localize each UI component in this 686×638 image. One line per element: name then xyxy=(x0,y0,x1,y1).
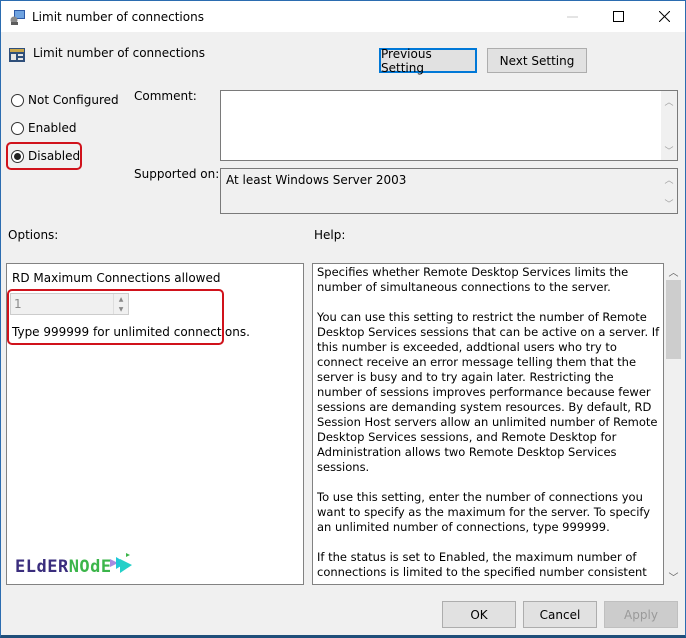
group-policy-app-icon xyxy=(10,9,26,25)
setting-title: Limit number of connections xyxy=(33,46,205,60)
cancel-button[interactable]: Cancel xyxy=(523,601,597,628)
scrollbar-thumb[interactable] xyxy=(666,280,681,359)
scroll-down-icon[interactable]: ﹀ xyxy=(665,568,682,585)
maximize-icon xyxy=(612,11,624,22)
close-button[interactable] xyxy=(641,1,686,32)
supported-on-label: Supported on: xyxy=(134,167,220,181)
radio-enabled[interactable]: Enabled xyxy=(11,121,77,135)
help-scrollbar[interactable]: ︿ ﹀ xyxy=(665,263,682,585)
help-paragraph: You can use this setting to restrict the… xyxy=(317,310,660,474)
policy-setting-icon xyxy=(9,47,25,63)
policy-dialog-window: Limit number of connections Limit number… xyxy=(0,0,686,638)
title-bar: Limit number of connections xyxy=(1,1,685,32)
watermark-text-1: ELdER xyxy=(15,557,69,577)
radio-button[interactable] xyxy=(11,93,24,107)
scroll-up-icon[interactable]: ︿ xyxy=(661,93,677,109)
highlight-disabled-annotation xyxy=(6,142,82,170)
play-arrows-icon xyxy=(109,553,132,573)
supported-on-value: At least Windows Server 2003 xyxy=(226,173,407,187)
comment-label: Comment: xyxy=(134,89,197,103)
help-paragraph: If the status is set to Enabled, the max… xyxy=(317,550,647,581)
previous-setting-button[interactable]: Previous Setting xyxy=(379,47,477,75)
radio-label: Enabled xyxy=(28,121,77,135)
next-setting-button[interactable]: Next Setting xyxy=(487,48,587,73)
scroll-up-icon[interactable]: ︿ xyxy=(661,171,677,187)
supported-on-field: At least Windows Server 2003 ︿ ﹀ xyxy=(220,168,678,214)
help-paragraph: To use this setting, enter the number of… xyxy=(317,490,651,534)
maximize-button[interactable] xyxy=(595,1,641,32)
eldernode-watermark: ELdER NOdE xyxy=(15,553,134,577)
help-text: Specifies whether Remote Desktop Service… xyxy=(317,265,662,581)
radio-label: Not Configured xyxy=(28,93,119,107)
help-heading: Help: xyxy=(314,228,346,242)
minimize-button[interactable] xyxy=(549,1,595,32)
scroll-down-icon[interactable]: ﹀ xyxy=(661,142,677,158)
apply-button[interactable]: Apply xyxy=(604,601,678,628)
radio-not-configured[interactable]: Not Configured xyxy=(11,93,119,107)
close-icon xyxy=(658,11,670,22)
minimize-icon xyxy=(566,16,578,18)
scroll-up-icon[interactable]: ︿ xyxy=(665,263,682,280)
watermark-text-2: NOdE xyxy=(68,557,112,577)
ok-button[interactable]: OK xyxy=(442,601,516,628)
comment-scrollbar[interactable]: ︿ ﹀ xyxy=(661,91,677,160)
max-connections-label: RD Maximum Connections allowed xyxy=(12,271,221,285)
highlight-options-annotation xyxy=(7,289,224,345)
window-title: Limit number of connections xyxy=(32,10,204,24)
radio-button[interactable] xyxy=(11,121,24,135)
help-paragraph: Specifies whether Remote Desktop Service… xyxy=(317,265,629,294)
comment-textarea[interactable]: ︿ ﹀ xyxy=(220,90,678,161)
options-heading: Options: xyxy=(8,228,59,242)
scroll-down-icon[interactable]: ﹀ xyxy=(661,195,677,211)
supported-scrollbar[interactable]: ︿ ﹀ xyxy=(661,169,677,213)
